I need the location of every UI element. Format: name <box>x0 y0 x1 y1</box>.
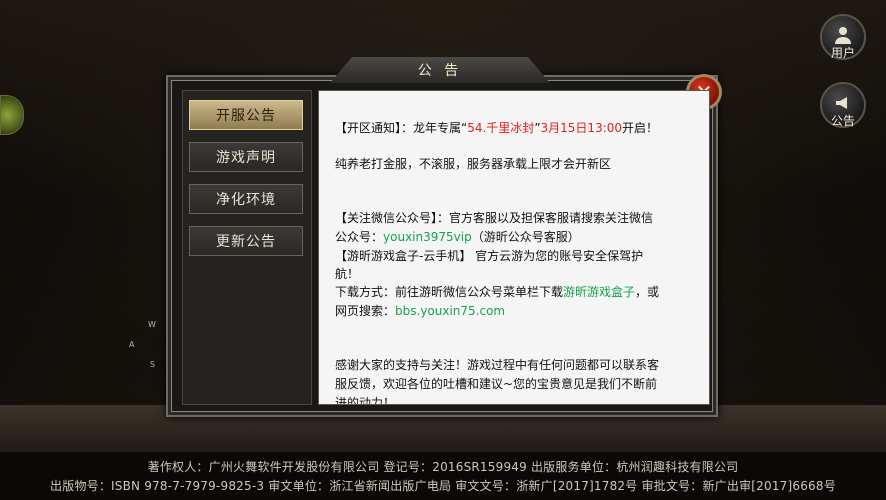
web-url-link[interactable]: bbs.youxin75.com <box>395 304 505 318</box>
web-prefix: 网页搜索： <box>335 304 396 318</box>
download-app-link[interactable]: 游昕游戏盒子 <box>563 285 635 299</box>
download-suffix: ，或 <box>635 285 660 299</box>
open-date: 3月15日13:00 <box>540 121 623 135</box>
wechat-prefix: 公众号： <box>335 230 384 244</box>
tab-open-server[interactable]: 开服公告 <box>189 100 303 130</box>
box-line-1: 【游昕游戏盒子-云手机】 官方云游为您的账号安全保驾护 <box>335 249 644 263</box>
server-name: 54.千里冰封 <box>467 121 535 135</box>
wechat-id-link[interactable]: youxin3975vip <box>383 230 472 244</box>
tab-update-notice[interactable]: 更新公告 <box>189 226 303 256</box>
wechat-line-1: 【关注微信公众号】：官方客服以及担保客服请搜索关注微信 <box>335 211 654 225</box>
tab-clean-environment[interactable]: 净化环境 <box>189 184 303 214</box>
download-prefix: 下载方式：前往游昕微信公众号菜单栏下载 <box>335 285 564 299</box>
dialog-title: 公 告 <box>330 57 550 83</box>
server-description: 纯养老打金服，不滚服，服务器承载上限才会开新区 <box>335 157 612 171</box>
download-line: 下载方式：前往游昕微信公众号菜单栏下载游昕游戏盒子，或 <box>335 283 659 300</box>
box-line-2: 航！ <box>335 267 360 281</box>
wasd-w-label: W <box>148 320 156 329</box>
announcement-content[interactable]: 【开区通知】：龙年专属“54.千里冰封”3月15日13:00开启！ 纯养老打金服… <box>318 90 710 405</box>
wasd-a-label: A <box>129 340 135 349</box>
wechat-line-2: 公众号：youxin3975vip（游昕公众号客服） <box>335 228 580 245</box>
footer-copyright: 著作权人：广州火舞软件开发股份有限公司 登记号：2016SR159949 出版服… <box>147 460 739 474</box>
tab-game-statement[interactable]: 游戏声明 <box>189 142 303 172</box>
open-notice-suffix: 开启！ <box>622 121 659 135</box>
thanks-line-1: 感谢大家的支持与关注！游戏过程中有任何问题都可以联系客 <box>335 358 660 372</box>
notice-button-label: 公告 <box>830 114 855 128</box>
thanks-line-2: 服反馈，欢迎各位的吐槽和建议~您的宝贵意见是我们不断前 <box>335 377 658 391</box>
open-notice-prefix: 【开区通知】：龙年专属“ <box>335 121 468 135</box>
open-notice-line: 【开区通知】：龙年专属“54.千里冰封”3月15日13:00开启！ <box>335 119 658 136</box>
thanks-line-3: 进的动力！ <box>335 396 396 405</box>
web-line: 网页搜索：bbs.youxin75.com <box>335 302 505 319</box>
wechat-suffix: （游昕公众号客服） <box>471 230 580 244</box>
user-button-label: 用户 <box>830 46 855 60</box>
footer-publication: 出版物号：ISBN 978-7-7979-9825-3 审文单位：浙江省新闻出版… <box>50 479 836 493</box>
wasd-s-label: S <box>150 360 156 369</box>
